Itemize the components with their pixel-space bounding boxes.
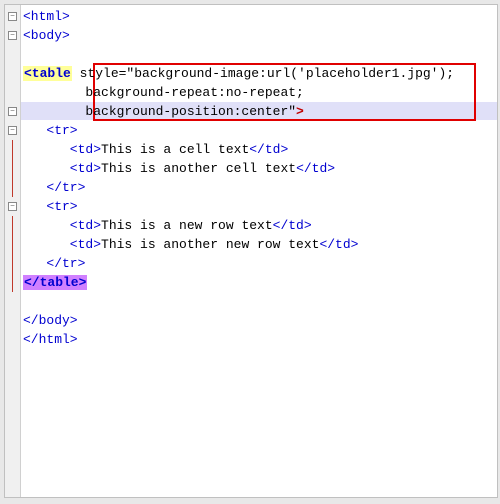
code-tag: <tr> [23,199,78,214]
fold-line [12,178,13,197]
table-open-tag: <table [23,66,72,81]
fold-line [12,235,13,254]
cell-text: This is a cell text [101,142,249,157]
fold-toggle-icon[interactable]: − [8,12,17,21]
tag-close-bracket: > [296,104,304,119]
fold-line [12,140,13,159]
fold-gutter: − − − − − [5,5,21,497]
fold-line [12,273,13,292]
code-tag: </html> [23,332,78,347]
code-tag: <html> [23,9,70,24]
blank-line [23,292,497,311]
cell-text: This is another new row text [101,237,319,252]
style-attr: style="background-image:url('placeholder… [72,66,454,81]
code-tag: </body> [23,313,78,328]
code-tag: <td> [23,218,101,233]
fold-toggle-icon[interactable]: − [8,202,17,211]
code-tag: </tr> [23,256,85,271]
code-tag: </td> [296,161,335,176]
fold-toggle-icon[interactable]: − [8,31,17,40]
code-tag: <body> [23,28,70,43]
fold-line [12,254,13,273]
blank-line [23,45,497,64]
code-tag: <td> [23,142,101,157]
style-attr: background-position:center" [23,104,296,119]
code-tag: </td> [273,218,312,233]
fold-line [12,216,13,235]
fold-toggle-icon[interactable]: − [8,107,17,116]
code-tag: <td> [23,237,101,252]
code-tag: </td> [249,142,288,157]
code-area[interactable]: <html> <body> <table style="background-i… [21,5,497,497]
cell-text: This is a new row text [101,218,273,233]
code-tag: <td> [23,161,101,176]
style-attr: background-repeat:no-repeat; [23,85,304,100]
code-tag: <tr> [23,123,78,138]
table-close-tag: </table> [23,275,87,290]
code-tag: </td> [319,237,358,252]
cell-text: This is another cell text [101,161,296,176]
code-tag: </tr> [23,180,85,195]
code-editor: − − − − − <html> <body> <table style="ba… [4,4,498,498]
fold-line [12,159,13,178]
fold-toggle-icon[interactable]: − [8,126,17,135]
